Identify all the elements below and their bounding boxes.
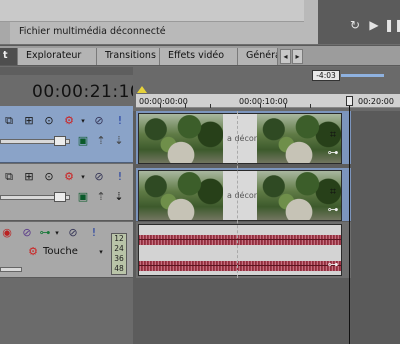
meter-tick: 12 xyxy=(114,234,124,243)
video-track-1-header[interactable]: ⧉ ⊞ ⊙ ⚙ ▾ ⊘ ! ▣ ⇡ ⇣ xyxy=(0,106,133,163)
meter-tick: 36 xyxy=(114,254,124,263)
ruler-tick xyxy=(310,104,311,108)
ruler-tick xyxy=(185,104,186,108)
audio-waveform-left xyxy=(139,235,341,245)
solo-icon[interactable]: ! xyxy=(113,170,127,184)
composite-mode-icon[interactable]: ⧉ xyxy=(2,114,16,128)
clip-fx-icon[interactable]: ⊶ xyxy=(326,146,340,160)
tab-explorer[interactable]: Explorateur xyxy=(18,48,97,65)
clip-offline-area: a déconn xyxy=(223,171,264,220)
solo-icon[interactable]: ! xyxy=(87,226,101,240)
chevron-down-icon[interactable]: ▾ xyxy=(76,114,90,128)
mute-icon[interactable]: ⊘ xyxy=(92,114,106,128)
preview-panel: ↻ ▶ ❚❚ xyxy=(318,0,400,44)
clip-offline-area: a déconn xyxy=(223,114,264,163)
tab-scroll-left-icon[interactable]: ◂ xyxy=(280,49,291,64)
media-panel: Fichier multimédia déconnecté xyxy=(0,0,318,44)
tab-label: Transitions xyxy=(105,50,156,61)
level-slider-knob[interactable] xyxy=(54,192,66,202)
audio-clip[interactable]: ⊶ xyxy=(138,224,342,276)
chevron-down-icon[interactable]: ▾ xyxy=(76,170,90,184)
tab-transitions[interactable]: Transitions xyxy=(97,48,160,65)
waveform-center-line xyxy=(139,239,341,240)
cursor-timecode[interactable]: 00:00:21:10 xyxy=(32,82,141,102)
playhead-handle[interactable] xyxy=(346,96,353,106)
waveform-center-line xyxy=(139,265,341,266)
level-slider-knob[interactable] xyxy=(54,136,66,146)
ruler-tick xyxy=(260,104,261,108)
tab-label: t xyxy=(3,50,8,61)
pause-icon[interactable]: ❚❚ xyxy=(384,18,400,32)
arrow-up-icon[interactable]: ⇡ xyxy=(94,134,108,148)
edit-cursor-line xyxy=(237,111,238,278)
tab-scroll-right-icon[interactable]: ▸ xyxy=(292,49,303,64)
chevron-down-icon[interactable]: ▾ xyxy=(94,245,108,259)
fx-settings-icon[interactable]: ⚙ xyxy=(62,114,76,128)
expand-track-icon[interactable]: ▣ xyxy=(76,134,90,148)
clip-thumbnail xyxy=(139,114,223,163)
ruler-tick xyxy=(210,104,211,108)
video-clip[interactable]: a déconn ⌗ ⊶ xyxy=(138,170,342,221)
tab-video-effects[interactable]: Effets vidéo xyxy=(160,48,238,65)
track-motion-icon[interactable]: ⊞ xyxy=(22,114,36,128)
solo-icon[interactable]: ! xyxy=(113,114,127,128)
clip-fx-icon[interactable]: ⊶ xyxy=(326,203,340,217)
clip-fx-icon[interactable]: ⊶ xyxy=(326,258,340,272)
video-track-2-header[interactable]: ⧉ ⊞ ⊙ ⚙ ▾ ⊘ ! ▣ ⇡ ⇣ xyxy=(0,164,133,221)
audio-level-meter: 12 24 36 48 xyxy=(111,233,127,275)
clip-thumbnail xyxy=(139,171,223,220)
meter-tick: 24 xyxy=(114,244,124,253)
tab-label: Explorateur xyxy=(26,50,82,61)
arrow-down-icon[interactable]: ⇣ xyxy=(112,190,126,204)
selection-duration: -4:03 xyxy=(312,70,340,81)
ruler-tick xyxy=(285,104,286,108)
ruler-tick xyxy=(160,104,161,108)
volume-slider[interactable] xyxy=(0,267,22,272)
tab-label: Effets vidéo xyxy=(168,50,225,61)
audio-waveform-right xyxy=(139,261,341,271)
expand-track-icon[interactable]: ▣ xyxy=(76,190,90,204)
fx-settings-icon[interactable]: ⚙ xyxy=(62,170,76,184)
composite-mode-icon[interactable]: ⧉ xyxy=(2,170,16,184)
record-arm-icon[interactable]: ◉ xyxy=(0,226,14,240)
tab-project-media[interactable]: t xyxy=(0,48,18,65)
play-icon[interactable]: ▶ xyxy=(367,18,381,32)
tab-label: Généra xyxy=(246,50,278,61)
automation-mode-label[interactable]: Touche xyxy=(43,246,78,257)
video-clip[interactable]: a déconn ⌗ ⊶ xyxy=(138,113,342,164)
meter-tick: 48 xyxy=(114,264,124,273)
media-status-label: Fichier multimédia déconnecté xyxy=(19,26,166,37)
crop-icon[interactable]: ⌗ xyxy=(326,185,340,199)
ruler-label: 00:20:00 xyxy=(358,97,394,106)
automation-settings-icon[interactable]: ⚙ xyxy=(26,245,40,259)
mute-icon[interactable]: ⊘ xyxy=(66,226,80,240)
mute-icon[interactable]: ⊘ xyxy=(92,170,106,184)
track-fx-icon[interactable]: ⊙ xyxy=(42,170,56,184)
track-motion-icon[interactable]: ⊞ xyxy=(22,170,36,184)
track-fx-icon[interactable]: ⊙ xyxy=(42,114,56,128)
ruler-label: 00:00:00:00 xyxy=(139,97,188,106)
arrow-down-icon[interactable]: ⇣ xyxy=(112,134,126,148)
playhead-line[interactable] xyxy=(349,100,350,344)
chevron-down-icon[interactable]: ▾ xyxy=(50,226,64,240)
window-tab-bar: t Explorateur Transitions Effets vidéo G… xyxy=(0,45,400,66)
media-list[interactable] xyxy=(0,0,304,22)
ruler-label: 00:00:10:00 xyxy=(239,97,288,106)
loop-region-marker[interactable] xyxy=(137,86,147,93)
loop-icon[interactable]: ↻ xyxy=(348,18,362,32)
tab-media-generators[interactable]: Généra xyxy=(238,48,278,65)
crop-icon[interactable]: ⌗ xyxy=(326,128,340,142)
loop-region-bar[interactable] xyxy=(341,74,384,77)
phase-invert-icon[interactable]: ⊘ xyxy=(20,226,34,240)
timeline-empty-area[interactable] xyxy=(351,111,400,344)
arrow-up-icon[interactable]: ⇡ xyxy=(94,190,108,204)
